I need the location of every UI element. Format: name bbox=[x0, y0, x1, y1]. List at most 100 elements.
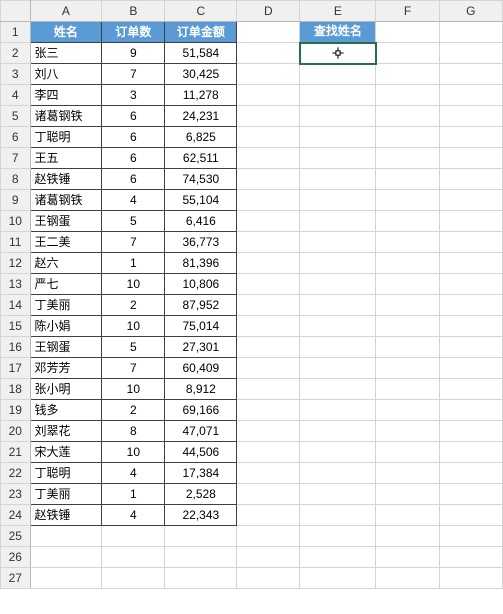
cell-E8[interactable] bbox=[300, 169, 376, 190]
cell-D1[interactable] bbox=[237, 22, 300, 43]
amount-cell[interactable]: 6,416 bbox=[165, 211, 237, 232]
row-header-13[interactable]: 13 bbox=[1, 274, 31, 295]
cell-G26[interactable] bbox=[439, 547, 502, 568]
cell-D5[interactable] bbox=[237, 106, 300, 127]
row-header-5[interactable]: 5 bbox=[1, 106, 31, 127]
cell-F9[interactable] bbox=[376, 190, 439, 211]
amount-cell[interactable]: 30,425 bbox=[165, 64, 237, 85]
row-header-21[interactable]: 21 bbox=[1, 442, 31, 463]
orders-cell[interactable]: 6 bbox=[102, 169, 165, 190]
orders-cell[interactable]: 8 bbox=[102, 421, 165, 442]
cell-G13[interactable] bbox=[439, 274, 502, 295]
name-cell[interactable]: 王五 bbox=[30, 148, 102, 169]
cell-D26[interactable] bbox=[237, 547, 300, 568]
cell-C27[interactable] bbox=[165, 568, 237, 589]
active-cell[interactable] bbox=[300, 43, 376, 64]
cell-G4[interactable] bbox=[439, 85, 502, 106]
amount-cell[interactable]: 44,506 bbox=[165, 442, 237, 463]
cell-F13[interactable] bbox=[376, 274, 439, 295]
cell-F11[interactable] bbox=[376, 232, 439, 253]
name-cell[interactable]: 丁聪明 bbox=[30, 127, 102, 148]
cell-E9[interactable] bbox=[300, 190, 376, 211]
cell-E16[interactable] bbox=[300, 337, 376, 358]
orders-cell[interactable]: 2 bbox=[102, 400, 165, 421]
cell-D22[interactable] bbox=[237, 463, 300, 484]
cell-F17[interactable] bbox=[376, 358, 439, 379]
cell-E12[interactable] bbox=[300, 253, 376, 274]
name-cell[interactable]: 赵铁锤 bbox=[30, 505, 102, 526]
cell-G8[interactable] bbox=[439, 169, 502, 190]
row-header-22[interactable]: 22 bbox=[1, 463, 31, 484]
amount-cell[interactable]: 74,530 bbox=[165, 169, 237, 190]
cell-D23[interactable] bbox=[237, 484, 300, 505]
name-cell[interactable]: 李四 bbox=[30, 85, 102, 106]
amount-cell[interactable]: 2,528 bbox=[165, 484, 237, 505]
cell-B1[interactable]: 订单数 bbox=[102, 22, 165, 43]
row-header-2[interactable]: 2 bbox=[1, 43, 31, 64]
row-header-11[interactable]: 11 bbox=[1, 232, 31, 253]
orders-cell[interactable]: 5 bbox=[102, 337, 165, 358]
orders-cell[interactable]: 9 bbox=[102, 43, 165, 64]
name-cell[interactable]: 张小明 bbox=[30, 379, 102, 400]
cell-G20[interactable] bbox=[439, 421, 502, 442]
cell-F27[interactable] bbox=[376, 568, 439, 589]
cell-F25[interactable] bbox=[376, 526, 439, 547]
cell-D19[interactable] bbox=[237, 400, 300, 421]
cell-G5[interactable] bbox=[439, 106, 502, 127]
amount-cell[interactable]: 75,014 bbox=[165, 316, 237, 337]
cell-E18[interactable] bbox=[300, 379, 376, 400]
select-all-corner[interactable] bbox=[1, 1, 31, 22]
amount-cell[interactable]: 10,806 bbox=[165, 274, 237, 295]
amount-cell[interactable]: 81,396 bbox=[165, 253, 237, 274]
cell-A1[interactable]: 姓名 bbox=[30, 22, 102, 43]
name-cell[interactable]: 严七 bbox=[30, 274, 102, 295]
cell-G25[interactable] bbox=[439, 526, 502, 547]
amount-cell[interactable]: 24,231 bbox=[165, 106, 237, 127]
cell-D21[interactable] bbox=[237, 442, 300, 463]
cell-F20[interactable] bbox=[376, 421, 439, 442]
row-header-15[interactable]: 15 bbox=[1, 316, 31, 337]
cell-G9[interactable] bbox=[439, 190, 502, 211]
cell-A25[interactable] bbox=[30, 526, 102, 547]
name-cell[interactable]: 宋大莲 bbox=[30, 442, 102, 463]
cell-A26[interactable] bbox=[30, 547, 102, 568]
amount-cell[interactable]: 11,278 bbox=[165, 85, 237, 106]
col-header-D[interactable]: D bbox=[237, 1, 300, 22]
cell-E15[interactable] bbox=[300, 316, 376, 337]
cell-C1[interactable]: 订单金额 bbox=[165, 22, 237, 43]
cell-E6[interactable] bbox=[300, 127, 376, 148]
col-header-C[interactable]: C bbox=[165, 1, 237, 22]
cell-A27[interactable] bbox=[30, 568, 102, 589]
row-header-8[interactable]: 8 bbox=[1, 169, 31, 190]
cell-D25[interactable] bbox=[237, 526, 300, 547]
cell-D13[interactable] bbox=[237, 274, 300, 295]
cell-F24[interactable] bbox=[376, 505, 439, 526]
cell-D11[interactable] bbox=[237, 232, 300, 253]
cell-G2[interactable] bbox=[439, 43, 502, 64]
cell-G24[interactable] bbox=[439, 505, 502, 526]
row-header-19[interactable]: 19 bbox=[1, 400, 31, 421]
cell-D12[interactable] bbox=[237, 253, 300, 274]
amount-cell[interactable]: 27,301 bbox=[165, 337, 237, 358]
cell-G14[interactable] bbox=[439, 295, 502, 316]
cell-D24[interactable] bbox=[237, 505, 300, 526]
cell-D15[interactable] bbox=[237, 316, 300, 337]
name-cell[interactable]: 诸葛钢铁 bbox=[30, 106, 102, 127]
cell-G11[interactable] bbox=[439, 232, 502, 253]
cell-E14[interactable] bbox=[300, 295, 376, 316]
name-cell[interactable]: 张三 bbox=[30, 43, 102, 64]
cell-E27[interactable] bbox=[300, 568, 376, 589]
cell-C26[interactable] bbox=[165, 547, 237, 568]
orders-cell[interactable]: 7 bbox=[102, 358, 165, 379]
row-header-18[interactable]: 18 bbox=[1, 379, 31, 400]
cell-E22[interactable] bbox=[300, 463, 376, 484]
cell-D27[interactable] bbox=[237, 568, 300, 589]
cell-E7[interactable] bbox=[300, 148, 376, 169]
cell-G17[interactable] bbox=[439, 358, 502, 379]
cell-G10[interactable] bbox=[439, 211, 502, 232]
name-cell[interactable]: 赵六 bbox=[30, 253, 102, 274]
cell-E21[interactable] bbox=[300, 442, 376, 463]
amount-cell[interactable]: 47,071 bbox=[165, 421, 237, 442]
amount-cell[interactable]: 69,166 bbox=[165, 400, 237, 421]
orders-cell[interactable]: 10 bbox=[102, 442, 165, 463]
